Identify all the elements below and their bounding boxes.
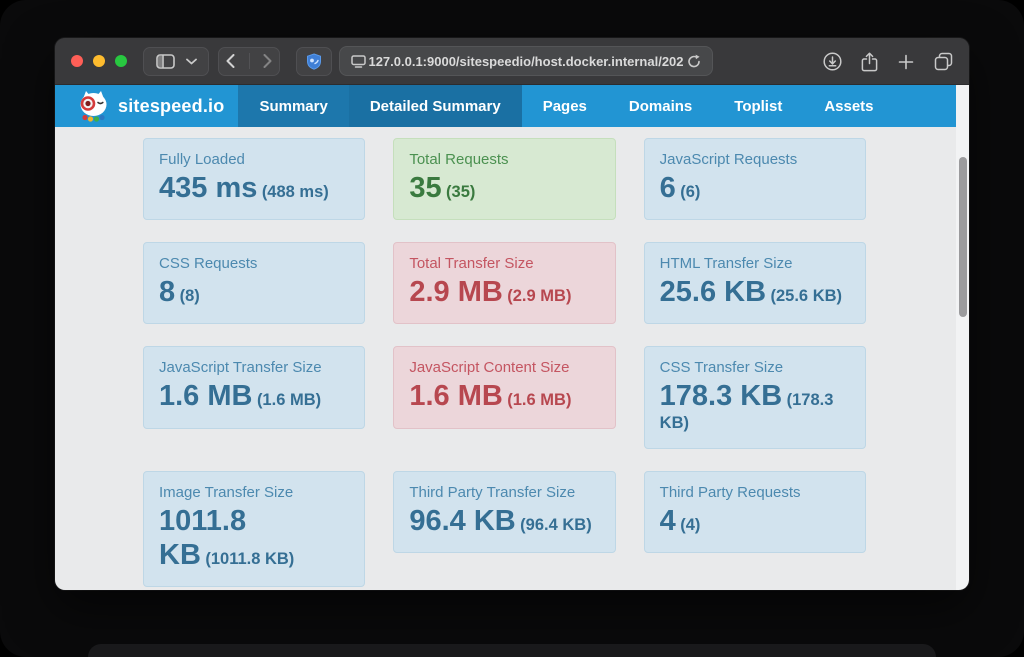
metric-label: JavaScript Transfer Size (159, 359, 322, 377)
minimize-button[interactable] (93, 55, 105, 67)
address-bar[interactable]: 127.0.0.1:9000/sitespeedio/host.docker.i… (339, 46, 713, 76)
brand-text: sitespeed.io (118, 95, 225, 116)
reload-icon[interactable] (685, 49, 703, 73)
nav-item-detailed-summary[interactable]: Detailed Summary (348, 85, 522, 127)
nav-item-assets[interactable]: Assets (803, 85, 894, 127)
metric-value: 178.3 KB (178.3 KB) (659, 380, 834, 432)
metric-card: Total Requests 35 (35) (393, 138, 616, 221)
metric-value: 1.6 MB (1.6 MB) (159, 380, 322, 413)
top-navbar: sitespeed.io Summary Detailed Summary Page… (55, 85, 956, 127)
metric-value: 25.6 KB (25.6 KB) (659, 276, 843, 309)
back-button[interactable] (219, 49, 243, 73)
downloads-icon[interactable] (820, 50, 844, 74)
metric-card: Third Party Requests 4 (4) (643, 470, 866, 553)
nav-item-domains[interactable]: Domains (608, 85, 713, 127)
new-tab-icon[interactable] (894, 50, 918, 74)
sidebar-toggle-group (143, 46, 209, 76)
page-content: Fully Loaded 435 ms (488 ms) Total Request… (55, 127, 956, 590)
metric-value: 96.4 KB (96.4 KB) (409, 504, 592, 537)
metric-label: CSS Requests (159, 255, 258, 273)
metric-card: CSS Transfer Size 178.3 KB (178.3 KB) (643, 346, 866, 449)
history-nav-group (218, 46, 280, 76)
browser-window: 127.0.0.1:9000/sitespeedio/host.docker.i… (55, 38, 969, 590)
metric-card: JavaScript Content Size 1.6 MB (1.6 MB) (393, 346, 616, 429)
metric-label: JavaScript Content Size (409, 359, 570, 377)
scrollbar-thumb[interactable] (958, 157, 967, 317)
metric-value: 435 ms (488 ms) (159, 172, 329, 204)
dock-hint (88, 644, 936, 657)
metric-card: HTML Transfer Size 25.6 KB (25.6 KB) (643, 242, 866, 325)
sidebar-icon[interactable] (154, 49, 178, 73)
share-icon[interactable] (857, 50, 881, 74)
metric-label: Fully Loaded (159, 151, 245, 168)
metric-card: JavaScript Requests 6 (6) (643, 138, 866, 221)
metric-label: Third Party Requests (659, 483, 801, 501)
browser-toolbar: 127.0.0.1:9000/sitespeedio/host.docker.i… (55, 38, 969, 85)
chevron-down-icon[interactable] (185, 49, 199, 73)
brand-home-link[interactable]: sitespeed.io (55, 85, 238, 127)
metric-label: Image Transfer Size (159, 483, 294, 501)
nav-item-toplist[interactable]: Toplist (713, 85, 803, 127)
nav-item-pages[interactable]: Pages (522, 85, 608, 127)
metric-value: 1011.8 KB (1011.8 KB) (159, 504, 295, 571)
traffic-lights (71, 55, 127, 67)
metric-card: Fully Loaded 435 ms (488 ms) (143, 138, 366, 221)
metric-card: Image Transfer Size 1011.8 KB (1011.8 KB) (143, 470, 366, 587)
metric-label: Total Requests (409, 151, 509, 168)
metric-label: CSS Transfer Size (659, 359, 784, 377)
main-column: sitespeed.io Summary Detailed Summary Page… (55, 85, 956, 590)
forward-button[interactable] (256, 49, 280, 73)
metric-card: Total Transfer Size 2.9 MB (2.9 MB) (393, 242, 616, 325)
toolbar-right (820, 38, 955, 85)
divider (248, 53, 250, 69)
metric-value: 2.9 MB (2.9 MB) (409, 276, 572, 309)
nav-items: Summary Detailed Summary Pages Domains Topli… (238, 85, 894, 127)
nav-item-summary[interactable]: Summary (238, 85, 349, 127)
metrics-grid: Fully Loaded 435 ms (488 ms) Total Request… (143, 138, 866, 587)
url-text: 127.0.0.1:9000/sitespeedio/host.docker.i… (368, 53, 684, 69)
screen: 127.0.0.1:9000/sitespeedio/host.docker.i… (0, 0, 1024, 657)
metric-label: JavaScript Requests (659, 151, 798, 168)
scrollbar-track (956, 85, 969, 590)
metric-card: CSS Requests 8 (8) (143, 242, 366, 325)
sitespeedio-logo-icon (80, 91, 107, 122)
metric-label: HTML Transfer Size (659, 255, 793, 273)
window-body: sitespeed.io Summary Detailed Summary Page… (55, 85, 969, 590)
metric-label: Total Transfer Size (409, 255, 534, 273)
metric-value: 6 (6) (659, 172, 701, 204)
metric-value: 8 (8) (159, 276, 200, 309)
metric-card: JavaScript Transfer Size 1.6 MB (1.6 MB) (143, 346, 366, 429)
zoom-button[interactable] (115, 55, 127, 67)
metric-card: Third Party Transfer Size 96.4 KB (96.4 K… (393, 470, 616, 553)
metric-label: Third Party Transfer Size (409, 483, 576, 501)
shield-icon (307, 52, 321, 70)
metric-value: 35 (35) (409, 172, 476, 204)
extension-button[interactable] (296, 46, 332, 76)
viewport-icon[interactable] (349, 49, 367, 73)
metric-value: 4 (4) (659, 504, 701, 537)
close-button[interactable] (71, 55, 83, 67)
metric-value: 1.6 MB (1.6 MB) (409, 380, 572, 413)
tab-overview-icon[interactable] (931, 50, 955, 74)
